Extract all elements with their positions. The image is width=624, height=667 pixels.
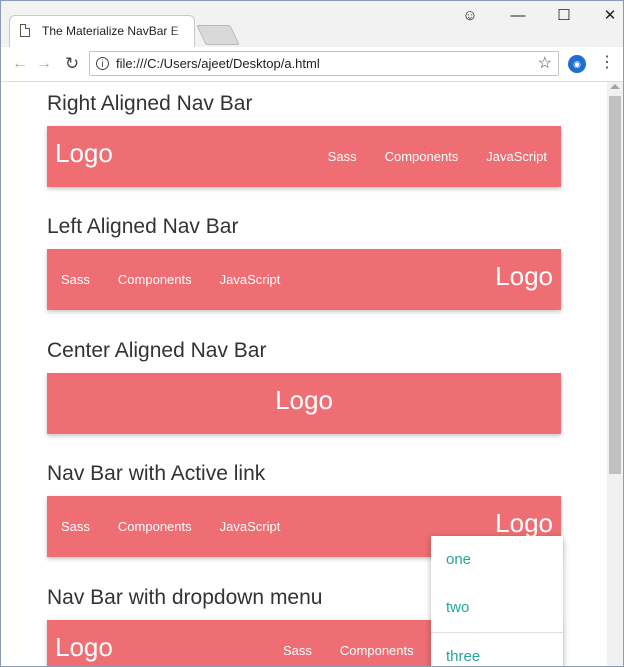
navbar-center-aligned: Logo: [47, 373, 561, 434]
scroll-up-icon[interactable]: [610, 84, 620, 89]
nav-link-components[interactable]: Components: [104, 496, 206, 557]
navbar-links: Sass Components JavaScript: [314, 126, 561, 187]
navbar-left-aligned: Sass Components JavaScript Logo: [47, 249, 561, 310]
reload-icon[interactable]: ↻: [61, 53, 83, 75]
back-icon[interactable]: ←: [9, 53, 31, 75]
tab-fade: [170, 18, 190, 44]
new-tab-button[interactable]: [196, 25, 240, 45]
section-heading: Center Aligned Nav Bar: [47, 339, 267, 362]
forward-icon[interactable]: →: [33, 53, 55, 75]
navbar-logo[interactable]: Logo: [47, 385, 561, 416]
nav-link-sass[interactable]: Sass: [47, 496, 104, 557]
minimize-button[interactable]: —: [495, 1, 541, 31]
navbar-right-aligned: Logo Sass Components JavaScript: [47, 126, 561, 187]
star-icon[interactable]: ☆: [538, 53, 552, 73]
browser-window: The Materialize NavBar E ☺ — ☐ ✕ ← → ↻ i…: [0, 0, 624, 667]
browser-toolbar: ← → ↻ i file:///C:/Users/ajeet/Desktop/a…: [1, 47, 623, 82]
navbar-logo[interactable]: Logo: [495, 261, 553, 292]
nav-link-components[interactable]: Components: [104, 249, 206, 310]
dropdown-menu: one two three: [431, 536, 563, 666]
nav-link-components[interactable]: Components: [371, 126, 473, 187]
title-bar: The Materialize NavBar E ☺ — ☐ ✕: [1, 1, 623, 47]
nav-link-sass[interactable]: Sass: [47, 249, 104, 310]
section-heading: Nav Bar with Active link: [47, 462, 266, 485]
nav-link-javascript[interactable]: JavaScript: [472, 126, 561, 187]
navbar-logo[interactable]: Logo: [495, 508, 553, 539]
navbar-logo[interactable]: Logo: [55, 632, 113, 663]
nav-link-sass[interactable]: Sass: [269, 620, 326, 666]
scrollbar[interactable]: [607, 82, 623, 666]
nav-link-sass[interactable]: Sass: [314, 126, 371, 187]
close-button[interactable]: ✕: [587, 1, 623, 31]
section-heading: Nav Bar with dropdown menu: [47, 586, 323, 609]
maximize-button[interactable]: ☐: [541, 1, 587, 31]
menu-icon[interactable]: ⋮: [599, 52, 615, 72]
profile-icon[interactable]: ☺: [447, 1, 493, 31]
navbar-links: Sass Components JavaScript: [47, 496, 294, 557]
scrollbar-thumb[interactable]: [609, 96, 621, 474]
nav-link-components[interactable]: Components: [326, 620, 428, 666]
info-icon[interactable]: i: [96, 57, 109, 70]
nav-link-javascript[interactable]: JavaScript: [206, 496, 295, 557]
navbar-links: Sass Components: [269, 620, 428, 666]
browser-tab[interactable]: The Materialize NavBar E: [9, 15, 195, 47]
nav-link-javascript[interactable]: JavaScript: [206, 249, 295, 310]
document-icon: [20, 24, 30, 37]
extension-icon[interactable]: ◉: [568, 55, 586, 73]
section-heading: Right Aligned Nav Bar: [47, 92, 253, 115]
url-text[interactable]: file:///C:/Users/ajeet/Desktop/a.html: [116, 56, 320, 71]
navbar-links: Sass Components JavaScript: [47, 249, 294, 310]
section-heading: Left Aligned Nav Bar: [47, 215, 239, 238]
dropdown-item-one[interactable]: one: [431, 536, 563, 584]
navbar-logo[interactable]: Logo: [55, 138, 113, 169]
dropdown-item-two[interactable]: two: [431, 584, 563, 632]
dropdown-item-three[interactable]: three: [431, 633, 563, 666]
address-bar[interactable]: i file:///C:/Users/ajeet/Desktop/a.html …: [89, 51, 559, 76]
